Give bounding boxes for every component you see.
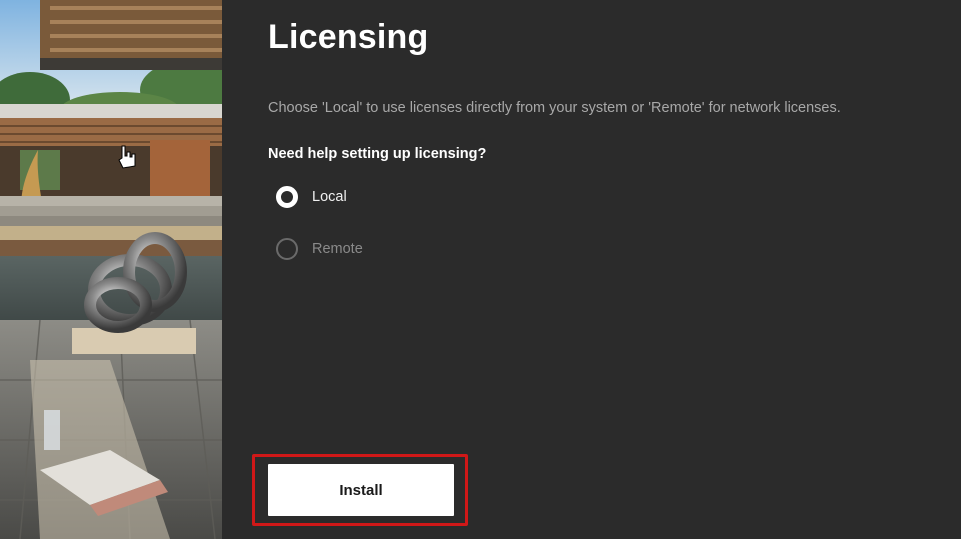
radio-remote-label: Remote xyxy=(312,241,363,257)
licensing-description: Choose 'Local' to use licenses directly … xyxy=(268,100,841,116)
installer-window: Licensing Choose 'Local' to use licenses… xyxy=(0,0,961,539)
radio-local-label: Local xyxy=(312,189,347,205)
radio-option-remote[interactable]: Remote xyxy=(276,238,363,260)
page-title: Licensing xyxy=(268,18,429,56)
help-heading: Need help setting up licensing? xyxy=(268,146,487,162)
install-button[interactable]: Install xyxy=(268,464,454,516)
radio-remote-unchecked[interactable] xyxy=(276,238,298,260)
hero-illustration xyxy=(0,0,222,539)
licensing-panel: Licensing Choose 'Local' to use licenses… xyxy=(222,0,961,539)
radio-local-checked[interactable] xyxy=(276,186,298,208)
radio-option-local[interactable]: Local xyxy=(276,186,347,208)
